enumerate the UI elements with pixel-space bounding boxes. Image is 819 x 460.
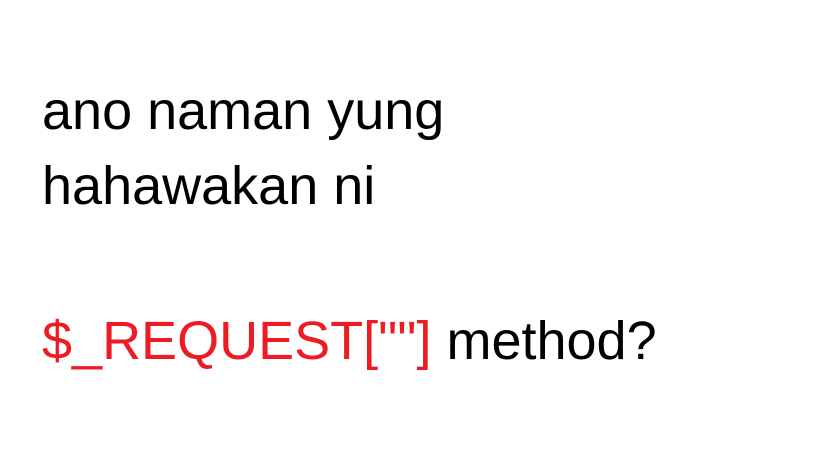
question-text: method?: [431, 311, 657, 371]
text-line-1: ano naman yung: [42, 81, 445, 141]
code-snippet: $_REQUEST[""]: [42, 311, 432, 371]
text-line-2: hahawakan ni: [42, 156, 376, 216]
text-line-3: $_REQUEST[""] method?: [42, 314, 657, 368]
